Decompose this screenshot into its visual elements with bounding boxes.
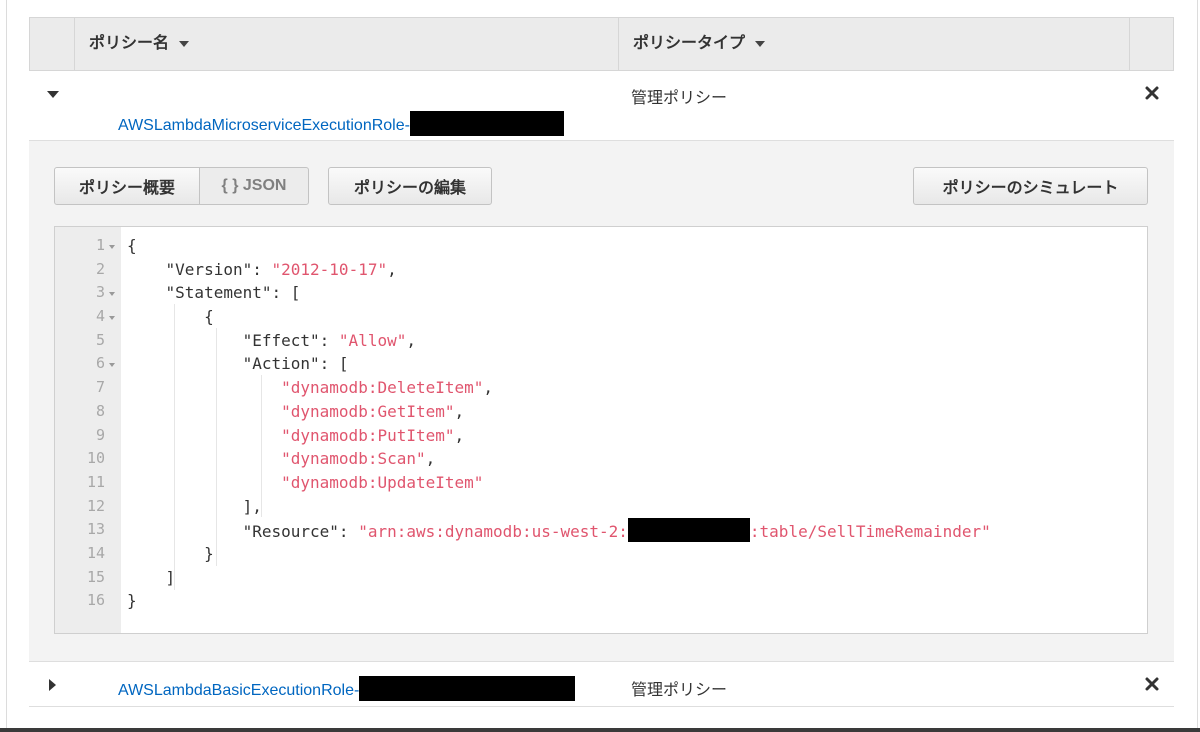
sort-caret-icon[interactable] — [179, 40, 190, 47]
fold-arrow-icon[interactable] — [109, 363, 115, 368]
fold-arrow-icon[interactable] — [109, 245, 115, 249]
line-number: 14 — [86, 543, 105, 562]
policy-name-text: AWSLambdaMicroserviceExecutionRole- — [118, 117, 410, 134]
line-number: 6 — [95, 354, 105, 373]
header-toggle-column — [30, 18, 75, 70]
line-number: 5 — [95, 330, 105, 349]
code-text: "Effect": "Allow", — [242, 330, 416, 350]
line-number: 7 — [95, 378, 105, 397]
line-number: 16 — [86, 591, 105, 610]
sort-caret-icon[interactable] — [755, 40, 766, 47]
code-text: } — [204, 543, 214, 563]
json-code-editor[interactable]: 1{ 2 "Version": "2012-10-17", 3 "Stateme… — [54, 226, 1148, 634]
table-row: AWSLambdaBasicExecutionRole- 管理ポリシー — [29, 661, 1174, 707]
line-number: 11 — [86, 472, 105, 491]
table-row: AWSLambdaMicroserviceExecutionRole- 管理ポリ… — [29, 71, 1174, 141]
policy-type: 管理ポリシー — [631, 90, 728, 107]
policy-detail-panel: ポリシー概要 { } JSON ポリシーの編集 ポリシーのシミュレート 1{ 2… — [29, 141, 1174, 661]
code-line: 15 ] — [55, 566, 1147, 590]
fold-arrow-icon[interactable] — [109, 292, 115, 297]
close-icon — [1145, 86, 1159, 100]
bottom-divider — [0, 728, 1200, 732]
line-number: 12 — [86, 496, 105, 515]
code-text: "Version": "2012-10-17", — [165, 259, 397, 279]
column-header-policy-type[interactable]: ポリシータイプ — [619, 18, 1130, 70]
code-line: 6 "Action": [ — [55, 352, 1147, 376]
code-text: "dynamodb:GetItem", — [281, 401, 465, 421]
line-number: 4 — [95, 307, 105, 326]
code-line: 12 ], — [55, 495, 1147, 519]
code-text: "dynamodb:PutItem", — [281, 425, 465, 445]
code-lines: 1{ 2 "Version": "2012-10-17", 3 "Stateme… — [55, 234, 1147, 613]
code-line: 11 "dynamodb:UpdateItem" — [55, 471, 1147, 495]
table-header: ポリシー名 ポリシータイプ — [29, 17, 1174, 71]
code-text: } — [127, 591, 137, 611]
line-number: 13 — [86, 520, 105, 539]
redacted-block — [627, 518, 750, 543]
json-view-button[interactable]: { } JSON — [199, 167, 309, 205]
fold-arrow-icon[interactable] — [109, 316, 115, 321]
redacted-block — [359, 676, 576, 701]
code-line: 9 "dynamodb:PutItem", — [55, 424, 1147, 448]
code-text: ] — [165, 567, 176, 587]
code-text: "Statement": [ — [165, 283, 301, 303]
code-text: "dynamodb:DeleteItem", — [281, 378, 494, 398]
code-line: 7 "dynamodb:DeleteItem", — [55, 376, 1147, 400]
code-line: 13 "Resource": "arn:aws:dynamodb:us-west… — [55, 518, 1147, 544]
policy-summary-button[interactable]: ポリシー概要 — [54, 167, 200, 205]
column-header-policy-name-label: ポリシー名 — [89, 35, 170, 52]
line-number: 15 — [86, 567, 105, 586]
line-number: 3 — [95, 283, 105, 302]
line-number: 8 — [95, 401, 105, 420]
detach-policy-button[interactable] — [1144, 85, 1160, 101]
line-number: 1 — [95, 236, 105, 254]
code-line: 10 "dynamodb:Scan", — [55, 447, 1147, 471]
policy-name-text: AWSLambdaBasicExecutionRole- — [118, 682, 360, 699]
code-text: "dynamodb:UpdateItem" — [281, 472, 484, 492]
code-text: "dynamodb:Scan", — [281, 449, 436, 469]
code-text: "Action": [ — [242, 354, 349, 374]
edit-policy-button[interactable]: ポリシーの編集 — [328, 167, 492, 205]
code-text: ], — [242, 496, 262, 516]
line-number: 10 — [86, 449, 105, 468]
line-number: 9 — [95, 425, 105, 444]
close-icon — [1145, 677, 1159, 691]
code-text: "Resource": "arn:aws:dynamodb:us-west-2:… — [127, 518, 991, 544]
simulate-policy-button[interactable]: ポリシーのシミュレート — [913, 167, 1148, 205]
row-collapse-toggle[interactable] — [46, 87, 60, 101]
caret-right-icon — [49, 679, 56, 691]
code-line: 1{ — [55, 234, 1147, 258]
column-header-policy-name[interactable]: ポリシー名 — [75, 18, 619, 70]
code-text: { — [127, 236, 137, 255]
code-line: 14 } — [55, 542, 1147, 566]
redacted-block — [409, 111, 564, 136]
code-text: { — [204, 307, 214, 327]
policy-name-link[interactable]: AWSLambdaMicroserviceExecutionRole- — [118, 111, 564, 136]
code-line: 8 "dynamodb:GetItem", — [55, 400, 1147, 424]
code-line: 4 { — [55, 305, 1147, 329]
row-expand-toggle[interactable] — [46, 678, 60, 692]
code-line: 16} — [55, 589, 1147, 613]
code-line: 2 "Version": "2012-10-17", — [55, 258, 1147, 282]
line-number: 2 — [95, 259, 105, 278]
policy-name-link[interactable]: AWSLambdaBasicExecutionRole- — [118, 676, 576, 701]
detach-policy-button[interactable] — [1144, 676, 1160, 692]
code-line: 3 "Statement": [ — [55, 281, 1147, 305]
column-header-policy-type-label: ポリシータイプ — [633, 35, 746, 52]
code-line: 5 "Effect": "Allow", — [55, 329, 1147, 353]
caret-down-icon — [47, 91, 59, 98]
policy-type: 管理ポリシー — [631, 682, 728, 699]
header-actions-column — [1130, 18, 1174, 70]
